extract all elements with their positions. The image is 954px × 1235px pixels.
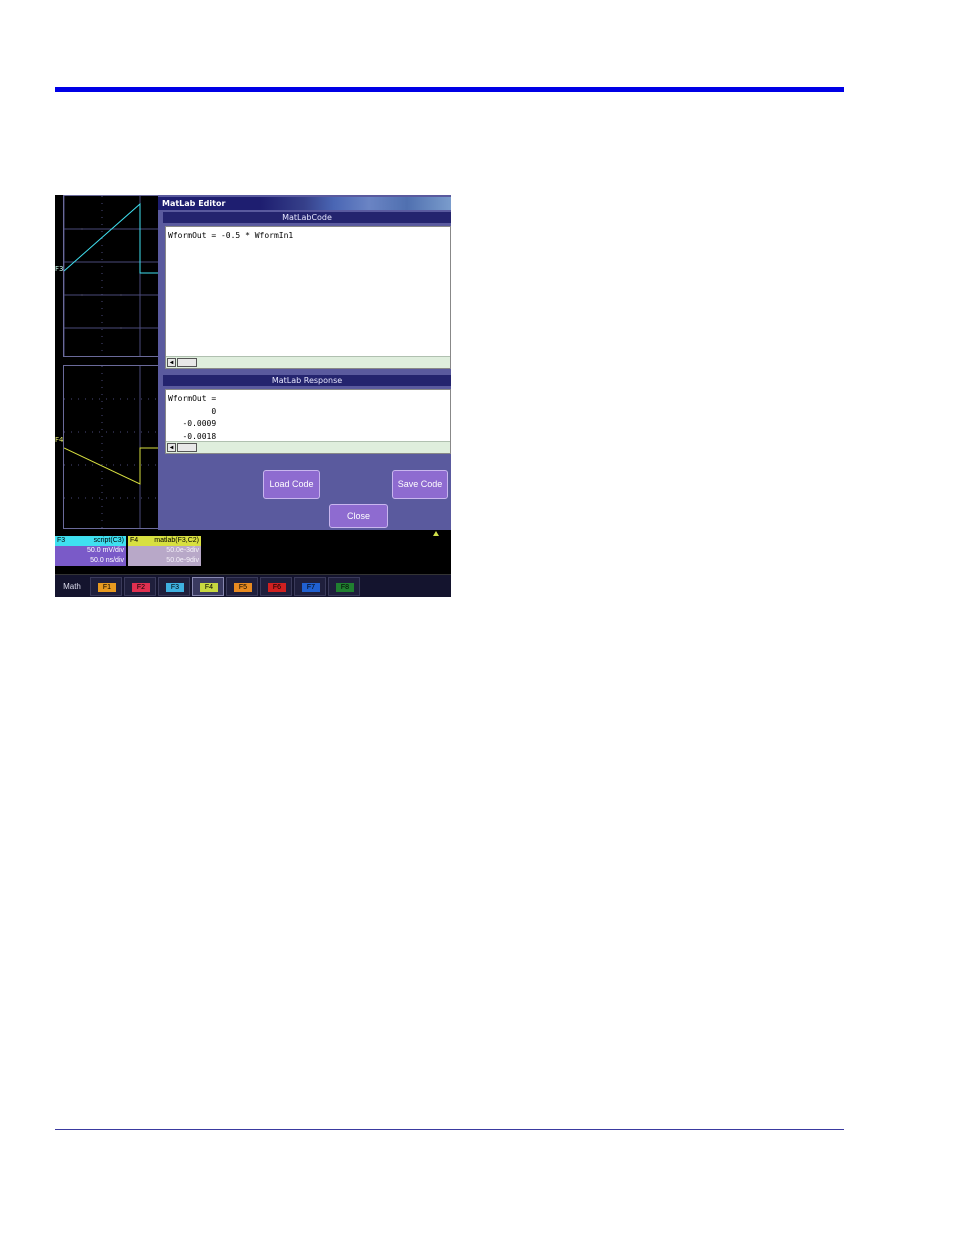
tab-label: F5 — [234, 583, 252, 592]
vertical-scale: 50.0e-3div — [128, 546, 201, 556]
f4-channel-descriptor[interactable]: F4 matlab(F3,C2) 50.0e-3div 50.0e-9div — [128, 536, 201, 567]
channel-id: F4 — [130, 537, 139, 544]
trigger-marker-icon — [433, 531, 439, 536]
header-rule — [55, 87, 844, 92]
vertical-scale: 50.0 mV/div — [55, 546, 126, 556]
response-text: WformOut = 0 -0.0009 -0.0018 — [166, 390, 450, 446]
response-line: WformOut = — [168, 394, 217, 403]
f3-grid — [63, 195, 160, 357]
channel-function: matlab(F3,C2) — [154, 537, 199, 544]
close-button[interactable]: Close — [329, 504, 388, 528]
matlab-editor-dialog: MatLab Editor MatLabCode WformOut = -0.5… — [158, 195, 451, 530]
tab-label: F6 — [268, 583, 286, 592]
channel-function: script(C3) — [93, 537, 124, 544]
tab-f2[interactable]: F2 — [124, 577, 156, 596]
tab-label: F2 — [132, 583, 150, 592]
horizontal-scale: 50.0 ns/div — [55, 556, 126, 566]
response-line: 0 — [168, 406, 217, 416]
function-tab-bar: Math F1 F2 F3 F4 F5 F6 F7 F8 — [55, 574, 451, 597]
f3-waveform — [64, 202, 159, 274]
tab-f3[interactable]: F3 — [158, 577, 190, 596]
tab-label: F4 — [200, 583, 218, 592]
tab-label: F7 — [302, 583, 320, 592]
tab-label: F1 — [98, 583, 116, 592]
response-line: -0.0018 — [168, 431, 217, 441]
scroll-left-icon[interactable]: ◀ — [167, 358, 176, 367]
response-horizontal-scrollbar[interactable]: ◀ — [166, 441, 450, 453]
f4-trace-plot — [64, 366, 159, 528]
tab-f4[interactable]: F4 — [192, 577, 224, 596]
tab-f6[interactable]: F6 — [260, 577, 292, 596]
save-code-button[interactable]: Save Code — [392, 470, 448, 499]
horizontal-scale: 50.0e-9div — [128, 556, 201, 566]
tab-label: F3 — [166, 583, 184, 592]
tab-f1[interactable]: F1 — [90, 577, 122, 596]
response-output: WformOut = 0 -0.0009 -0.0018 ◀ — [165, 389, 451, 454]
load-code-button[interactable]: Load Code — [263, 470, 320, 499]
f4-waveform — [64, 447, 159, 485]
scroll-left-icon[interactable]: ◀ — [167, 443, 176, 452]
scroll-thumb[interactable] — [177, 443, 197, 452]
dialog-title: MatLab Editor — [158, 197, 451, 210]
tab-f7[interactable]: F7 — [294, 577, 326, 596]
f3-trace-plot — [64, 196, 159, 356]
channel-id: F3 — [57, 537, 66, 544]
f3-trace-tag: F3 — [55, 265, 64, 273]
response-section-header: MatLab Response — [163, 375, 451, 386]
scroll-thumb[interactable] — [177, 358, 197, 367]
f4-grid — [63, 365, 160, 529]
tab-f8[interactable]: F8 — [328, 577, 360, 596]
tab-label: F8 — [336, 583, 354, 592]
code-horizontal-scrollbar[interactable]: ◀ — [166, 356, 450, 368]
response-line: -0.0009 — [168, 419, 217, 428]
f4-descriptor-header: F4 matlab(F3,C2) — [128, 536, 201, 546]
footer-rule — [55, 1129, 844, 1130]
code-section-header: MatLabCode — [163, 212, 451, 223]
code-text: WformOut = -0.5 * WformIn1 — [168, 231, 294, 240]
code-editor-input[interactable]: WformOut = -0.5 * WformIn1 ◀ — [165, 226, 451, 369]
math-label: Math — [63, 582, 81, 591]
f4-trace-tag: F4 — [55, 436, 64, 444]
tab-f5[interactable]: F5 — [226, 577, 258, 596]
channel-status-strip: F3 script(C3) 50.0 mV/div 50.0 ns/div F4… — [55, 530, 451, 567]
f3-descriptor-header: F3 script(C3) — [55, 536, 126, 546]
oscilloscope-screenshot: F3 F4 MatLab Editor MatLabCode WformOut … — [55, 195, 451, 597]
f3-channel-descriptor[interactable]: F3 script(C3) 50.0 mV/div 50.0 ns/div — [55, 536, 126, 567]
